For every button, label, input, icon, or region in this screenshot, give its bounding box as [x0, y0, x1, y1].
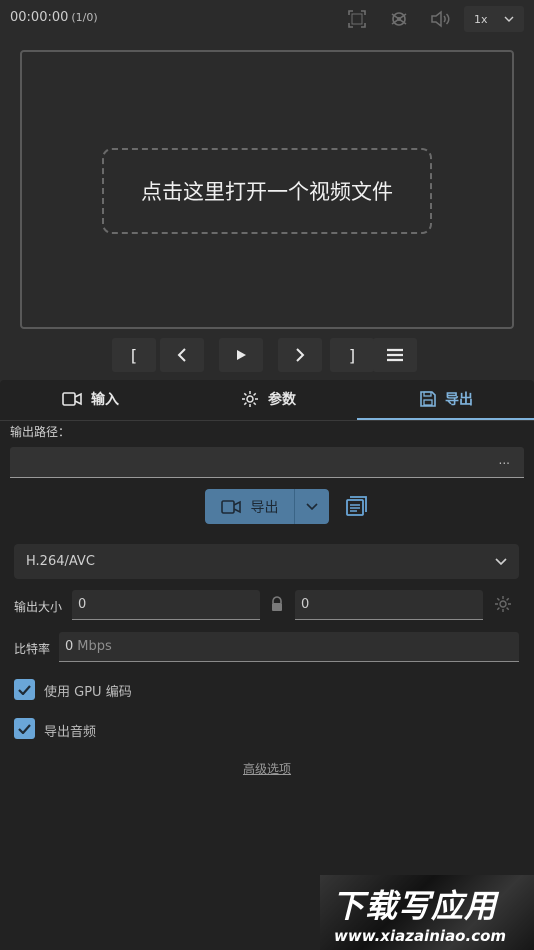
playback-speed-select[interactable]: 1x [464, 6, 524, 32]
tab-params-label: 参数 [268, 392, 296, 408]
frame-count: (1/0) [71, 11, 98, 24]
previous-frame-button[interactable] [160, 338, 204, 372]
gear-icon [242, 391, 258, 407]
output-path-input[interactable]: ... [10, 447, 524, 478]
bitrate-value: 0 [65, 639, 74, 654]
open-video-dropzone[interactable]: 点击这里打开一个视频文件 [102, 148, 432, 234]
export-button-group: 导出 [205, 489, 329, 524]
bitrate-unit: Mbps [77, 639, 112, 654]
floppy-disk-icon [420, 391, 436, 407]
lock-aspect-icon[interactable] [270, 596, 284, 612]
time-display: 00:00:00 (1/0) [10, 10, 98, 25]
video-camera-icon [62, 392, 82, 406]
gpu-encode-label: 使用 GPU 编码 [44, 685, 132, 700]
play-icon [237, 350, 246, 360]
checkmark-icon [18, 723, 31, 734]
bitrate-label: 比特率 [14, 642, 51, 656]
output-path-label: 输出路径： [10, 425, 71, 439]
mark-in-button[interactable]: [ [112, 338, 156, 372]
tab-bar: 输入 参数 导出 [0, 380, 534, 421]
chevron-down-icon [306, 503, 318, 510]
video-preview: 点击这里打开一个视频文件 [20, 50, 514, 329]
output-size-label: 输出大小 [14, 600, 63, 614]
tab-params[interactable]: 参数 [241, 380, 296, 418]
next-frame-button[interactable] [278, 338, 322, 372]
video-camera-icon [220, 499, 241, 514]
menu-button[interactable] [373, 338, 417, 372]
snapshot-icon[interactable] [388, 8, 410, 30]
height-value: 0 [301, 597, 310, 612]
fullscreen-icon[interactable] [346, 8, 368, 30]
bitrate-input[interactable]: 0 Mbps [59, 632, 519, 662]
mark-out-button[interactable]: ] [330, 338, 374, 372]
checkmark-icon [18, 684, 31, 695]
export-audio-label: 导出音频 [44, 725, 97, 740]
tab-input-label: 输入 [91, 392, 119, 408]
active-tab-indicator [357, 418, 534, 420]
width-value: 0 [78, 597, 87, 612]
codec-select[interactable]: H.264/AVC [14, 544, 519, 579]
advanced-options-link[interactable]: 高级选项 [243, 760, 291, 777]
current-time: 00:00:00 [10, 10, 69, 25]
export-button-label: 导出 [250, 499, 279, 516]
tab-input[interactable]: 输入 [62, 380, 119, 418]
watermark-url: www.xiazainiao.com [334, 927, 507, 945]
tab-export-label: 导出 [445, 392, 473, 408]
export-queue-button[interactable] [343, 495, 369, 519]
gpu-encode-checkbox[interactable] [14, 679, 35, 700]
play-button[interactable] [219, 338, 263, 372]
site-watermark: 下载写应用 www.xiazainiao.com [320, 875, 534, 950]
tab-export[interactable]: 导出 [420, 380, 473, 418]
chevron-down-icon [495, 558, 507, 565]
volume-icon[interactable] [429, 8, 451, 30]
chevron-down-icon [504, 16, 514, 22]
mark-out-label: ] [348, 345, 356, 365]
player-toolbar: 00:00:00 (1/0) 1x [0, 0, 534, 38]
codec-value: H.264/AVC [26, 554, 95, 569]
size-settings-gear-icon[interactable] [494, 595, 512, 613]
speed-value: 1x [474, 12, 488, 26]
export-button[interactable]: 导出 [205, 489, 294, 524]
dropzone-label: 点击这里打开一个视频文件 [141, 180, 393, 204]
chevron-left-icon [177, 348, 186, 362]
height-input[interactable]: 0 [295, 590, 483, 620]
chevron-right-icon [296, 348, 305, 362]
export-audio-checkbox[interactable] [14, 718, 35, 739]
mark-in-label: [ [130, 345, 138, 365]
width-input[interactable]: 0 [72, 590, 260, 620]
task-list-icon [346, 496, 367, 516]
export-options-dropdown[interactable] [295, 489, 329, 524]
watermark-title: 下载写应用 [332, 887, 498, 925]
browse-button[interactable]: ... [499, 453, 510, 467]
menu-icon [387, 348, 403, 362]
